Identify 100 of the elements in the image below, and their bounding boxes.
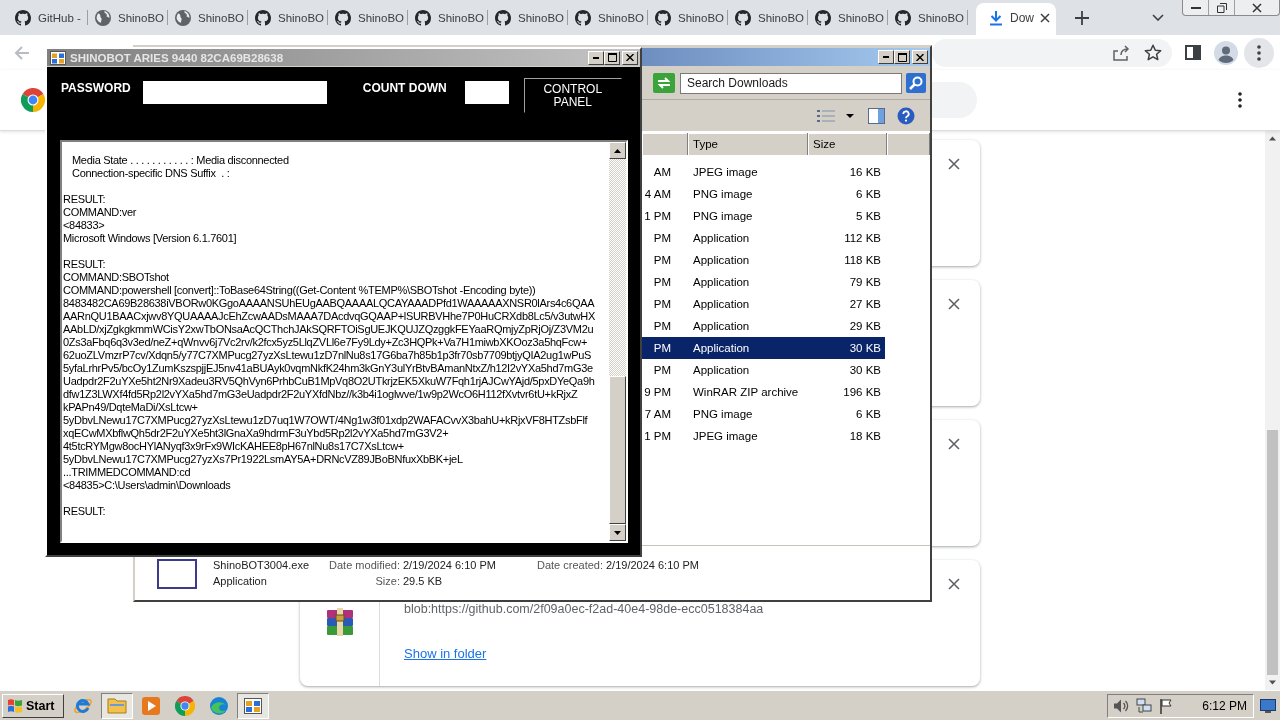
browser-tab[interactable]: ShinoBO <box>328 0 408 35</box>
star-icon[interactable] <box>1144 44 1162 61</box>
browser-tab[interactable]: ShinoBO <box>88 0 168 35</box>
browser-tab[interactable]: ShinoBO <box>168 0 248 35</box>
output-text-box[interactable] <box>60 140 628 543</box>
table-cell-text: 4 AM <box>643 188 672 200</box>
file-row[interactable]: PM Application 118 KB <box>642 249 885 271</box>
close-icon[interactable] <box>1040 12 1050 23</box>
table-cell-text: WinRAR ZIP archive <box>692 386 800 398</box>
file-row[interactable]: 9 PM WinRAR ZIP archive 196 KB <box>642 381 885 403</box>
scrollbar-thumb[interactable] <box>1267 430 1278 675</box>
file-row[interactable]: PM Application 27 KB <box>642 293 885 315</box>
plus-icon[interactable] <box>1075 10 1089 25</box>
network-icon[interactable] <box>1136 697 1153 714</box>
restore-icon[interactable] <box>1216 2 1227 13</box>
file-row[interactable]: 1 PM PNG image 5 KB <box>642 205 885 227</box>
console-line: kPAPn49/DqteMaDi/XsLtcw+ <box>63 401 199 414</box>
file-row[interactable]: PM Application 30 KB <box>642 359 885 381</box>
scroll-up-button[interactable] <box>609 142 626 159</box>
close-button[interactable] <box>912 50 928 64</box>
side-panel-icon[interactable] <box>1185 45 1201 60</box>
file-row[interactable]: PM Application 79 KB <box>642 271 885 293</box>
search-field[interactable] <box>932 82 977 118</box>
console-line: ...TRIMMEDCOMMAND:cd <box>63 466 192 479</box>
chevron-down-icon[interactable] <box>1152 14 1164 21</box>
file-row[interactable]: PM Application 29 KB <box>642 315 885 337</box>
detail-label: Date created: <box>535 559 603 572</box>
file-row[interactable]: AM JPEG image 16 KB <box>642 161 885 183</box>
column-header[interactable]: Size <box>808 133 887 155</box>
search-field[interactable]: Search Downloads <box>680 72 902 94</box>
speaker-icon[interactable] <box>1113 697 1130 714</box>
table-cell-text: PM <box>652 276 672 288</box>
column-header[interactable]: Type <box>688 133 808 155</box>
minimize-button[interactable] <box>878 50 894 64</box>
refresh-icon[interactable] <box>653 73 675 93</box>
close-icon[interactable] <box>948 158 960 170</box>
browser-tab[interactable]: ShinoBO <box>728 0 808 35</box>
taskbar-button[interactable] <box>237 692 269 719</box>
browser-tab[interactable]: ShinoBO <box>568 0 648 35</box>
close-icon[interactable] <box>948 298 960 310</box>
console-line: Uadpdr2F2uYXe5ht2Nr9Xadeu3RV5QhVyn6PrhbCuB1MpVq8O2UTkrjzEK5XkuW7Fqh1rjAJCwYAjd/5pxDYeQa9h <box>63 375 596 388</box>
show-in-folder-link[interactable]: Show in folder <box>404 646 487 661</box>
github-icon <box>495 9 511 26</box>
countdown-label: COUNT DOWN <box>362 81 447 95</box>
browser-tab[interactable]: ShinoBO <box>808 0 888 35</box>
file-row[interactable]: 1 PM JPEG image 18 KB <box>642 425 885 447</box>
detail-label: Date modified: <box>328 559 400 572</box>
caret-icon[interactable] <box>846 113 854 118</box>
clock: 6:12 PM <box>1202 698 1247 713</box>
minimize-icon[interactable] <box>1190 6 1201 9</box>
github-icon <box>815 9 831 26</box>
console-line: 5yfaLrhrPv5/bcOy1ZumKszspjjEJ5nv41aBUAyk0vqmNkfK24hm3kGnY3ulYrBtvBAmanNtxZ/h12I2vYXa5hd7mG3e <box>63 362 594 375</box>
maximize-button[interactable] <box>894 50 910 64</box>
minimize-icon <box>593 56 599 59</box>
table-cell-text: 6 KB <box>855 188 882 200</box>
table-cell-text: 16 KB <box>848 166 882 178</box>
table-cell-text: 18 KB <box>848 430 882 442</box>
browser-tab[interactable]: ShinoBO <box>248 0 328 35</box>
share-icon[interactable] <box>1112 44 1130 61</box>
console-line: 0Zs3aFbq6q3v3ed/neZ+qWnvv6j7Vc2rv/k2fcx5yz5LlqZVLl6e7Fy9Ldy+Zc3HQPk+Va7H1miwbXKOoz3a5hqFcw+ <box>63 336 588 349</box>
console-line: AARnQU1BAACxjwv8YQUAAAAJcEhZcwAADsMAAA7DAcdvqGQAAP+lSURBVHhe7P0HuCRXdb8Lc5/v3utwHX <box>63 310 597 323</box>
password-field[interactable] <box>142 81 327 104</box>
browser-tab[interactable]: ShinoBO <box>408 0 488 35</box>
file-row[interactable]: 7 AM PNG image 6 KB <box>642 403 885 425</box>
detail-value: 2/19/2024 6:10 PM <box>403 559 497 572</box>
help-icon[interactable] <box>897 106 915 125</box>
file-row[interactable]: 4 AM PNG image 6 KB <box>642 183 885 205</box>
close-icon[interactable] <box>948 438 960 450</box>
table-cell-text: JPEG image <box>692 166 759 178</box>
menu-icon[interactable] <box>1238 92 1242 108</box>
browser-tab[interactable]: Dow <box>976 3 1056 35</box>
taskbar-button[interactable] <box>101 692 133 719</box>
window-icon <box>50 50 66 65</box>
scroll-down-button[interactable] <box>609 524 626 541</box>
minimize-button[interactable] <box>588 50 604 65</box>
scrollbar-thumb[interactable] <box>609 376 626 524</box>
close-button[interactable] <box>622 50 638 65</box>
desktop-icon[interactable] <box>1260 698 1276 713</box>
browser-tab[interactable]: ShinoBO <box>648 0 728 35</box>
countdown-field[interactable] <box>464 81 509 104</box>
browser-tab[interactable]: ShinoBO <box>488 0 568 35</box>
preview-pane-icon[interactable] <box>868 107 885 124</box>
close-icon[interactable] <box>948 578 960 590</box>
folder-icon <box>107 697 127 714</box>
file-row[interactable]: PM Application 112 KB <box>642 227 885 249</box>
table-cell-text: 9 PM <box>643 386 672 398</box>
table-cell-text: PM <box>652 298 672 310</box>
maximize-button[interactable] <box>604 50 620 65</box>
control-panel-button[interactable]: CONTROL PANEL <box>523 78 622 113</box>
browser-tab[interactable]: ShinoBO <box>888 0 968 35</box>
flag-icon[interactable] <box>1159 697 1174 714</box>
avatar-icon[interactable] <box>1214 40 1238 65</box>
start-button[interactable]: Start <box>2 693 64 718</box>
search-icon[interactable] <box>906 73 926 93</box>
github-icon <box>15 9 31 26</box>
close-icon[interactable] <box>1252 2 1262 13</box>
file-row[interactable]: PM Application 30 KB <box>642 337 885 359</box>
browser-tab[interactable]: GitHub - <box>8 0 88 35</box>
list-view-icon[interactable] <box>817 108 835 123</box>
table-cell-text: PNG image <box>692 188 754 200</box>
